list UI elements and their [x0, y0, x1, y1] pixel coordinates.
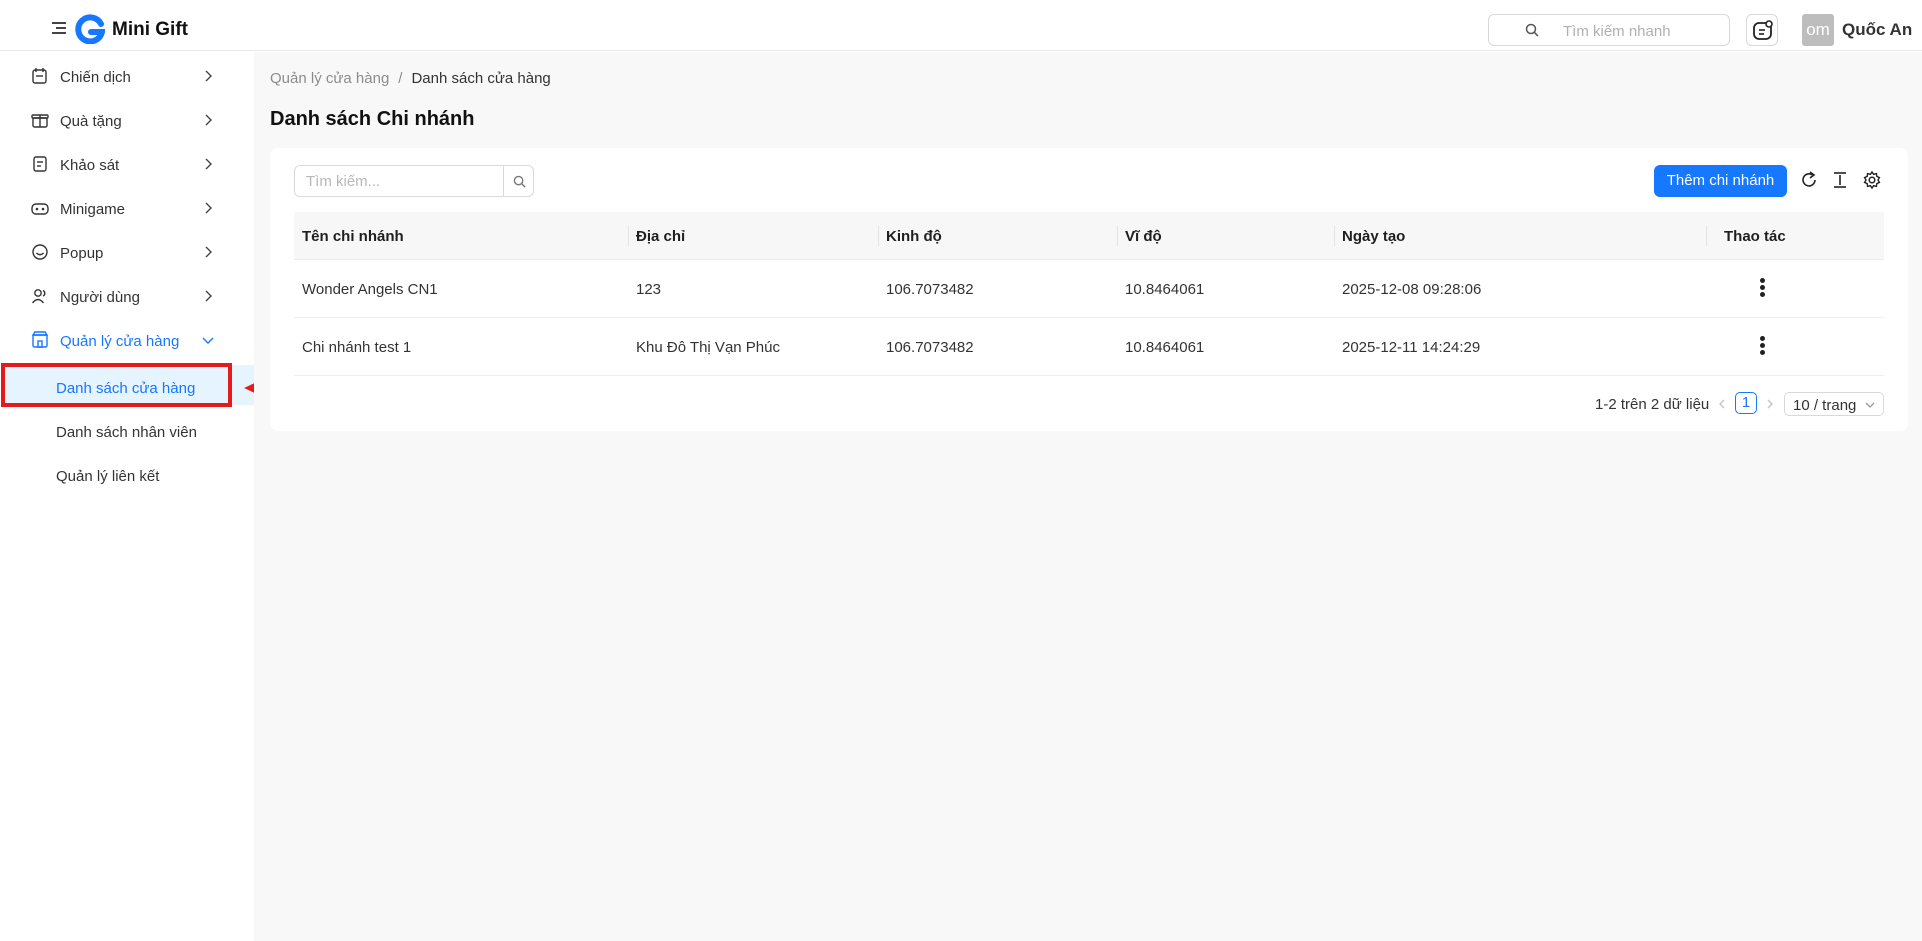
sidebar-item-surveys[interactable]: Khảo sát	[4, 143, 254, 183]
sidebar-item-label: Quản lý cửa hàng	[60, 333, 180, 350]
cell-created-at: 2025-12-11 14:24:29	[1342, 339, 1481, 356]
table-row[interactable]: Wonder Angels CN1 123 106.7073482 10.846…	[294, 260, 1884, 318]
cell-branch-name: Chi nhánh test 1	[302, 339, 412, 356]
chevron-right-icon	[205, 70, 212, 82]
chat-button[interactable]	[1746, 14, 1778, 46]
annotation-highlight-box	[1, 363, 232, 407]
more-actions-icon[interactable]	[1752, 276, 1772, 302]
gear-icon[interactable]	[1862, 170, 1882, 190]
sidebar-item-label: Quà tặng	[60, 113, 122, 130]
breadcrumb-parent[interactable]: Quản lý cửa hàng	[270, 70, 389, 87]
cell-latitude: 10.8464061	[1125, 281, 1205, 298]
column-divider	[1117, 226, 1118, 246]
column-header: Thao tác	[1724, 228, 1786, 245]
sidebar-item-store-management[interactable]: Quản lý cửa hàng	[4, 319, 254, 359]
sidebar-subitem-link-management[interactable]: Quản lý liên kết	[4, 453, 254, 493]
cell-address: Khu Đô Thị Vạn Phúc	[636, 339, 780, 356]
breadcrumb-current: Danh sách cửa hàng	[411, 70, 551, 87]
sidebar-item-label: Người dùng	[60, 289, 140, 306]
page-size-value: 10 / trang	[1793, 397, 1857, 414]
sidebar-subitem-label: Danh sách nhân viên	[56, 424, 197, 441]
column-header: Kinh độ	[886, 228, 942, 245]
search-icon	[1525, 23, 1539, 37]
sidebar-item-campaigns[interactable]: Chiến dịch	[4, 55, 254, 95]
column-header: Vĩ độ	[1125, 228, 1162, 245]
pagination-total: 1-2 trên 2 dữ liệu	[1595, 396, 1710, 413]
game-icon	[31, 203, 49, 215]
sidebar-subitem-label: Quản lý liên kết	[56, 468, 160, 485]
survey-icon	[33, 156, 47, 172]
campaign-icon	[32, 68, 47, 84]
sidebar-item-label: Khảo sát	[60, 157, 120, 174]
sidebar-item-popup[interactable]: Popup	[4, 231, 254, 271]
column-divider	[1334, 226, 1335, 246]
table-search-input[interactable]	[294, 165, 504, 197]
quick-search-input[interactable]	[1563, 22, 1723, 40]
page-number-button[interactable]: 1	[1735, 392, 1757, 414]
table-search	[294, 165, 534, 197]
cell-branch-name: Wonder Angels CN1	[302, 281, 438, 298]
table-header: Tên chi nhánh Địa chỉ Kinh độ Vĩ độ Ngày…	[294, 212, 1884, 260]
page-size-select[interactable]: 10 / trang	[1784, 392, 1884, 416]
quick-search[interactable]	[1488, 14, 1730, 46]
chevron-right-icon	[205, 158, 212, 170]
breadcrumb-separator: /	[398, 70, 403, 87]
column-header: Ngày tạo	[1342, 228, 1406, 245]
cell-longitude: 106.7073482	[886, 339, 974, 356]
cell-created-at: 2025-12-08 09:28:06	[1342, 281, 1482, 298]
table-search-button[interactable]	[503, 165, 534, 197]
chevron-right-icon	[205, 290, 212, 302]
chevron-down-icon	[1865, 402, 1875, 408]
top-header: Mini Gift om Quốc An	[0, 0, 1922, 51]
menu-toggle-icon[interactable]	[52, 22, 66, 34]
column-divider	[628, 226, 629, 246]
popup-icon	[32, 244, 48, 260]
column-divider	[878, 226, 879, 246]
prev-page-icon[interactable]	[1714, 393, 1730, 415]
add-branch-button[interactable]: Thêm chi nhánh	[1654, 165, 1787, 197]
avatar[interactable]: om	[1802, 14, 1834, 46]
column-header: Tên chi nhánh	[302, 228, 404, 245]
cell-longitude: 106.7073482	[886, 281, 974, 298]
username[interactable]: Quốc An	[1842, 20, 1912, 40]
gift-icon	[31, 114, 49, 128]
cell-address: 123	[636, 281, 662, 298]
sidebar-item-minigame[interactable]: Minigame	[4, 187, 254, 227]
more-actions-icon[interactable]	[1752, 334, 1772, 360]
sidebar-subitem-staff-list[interactable]: Danh sách nhân viên	[4, 409, 254, 449]
page-title: Danh sách Chi nhánh	[270, 108, 475, 130]
breadcrumb: Quản lý cửa hàng / Danh sách cửa hàng	[270, 70, 551, 87]
column-header: Địa chỉ	[636, 228, 686, 245]
reload-icon[interactable]	[1799, 170, 1819, 190]
column-height-icon[interactable]	[1830, 170, 1850, 190]
branch-list-card: Thêm chi nhánh Tên chi nhánh Địa chỉ Kin…	[270, 148, 1908, 431]
chevron-right-icon	[205, 114, 212, 126]
chevron-right-icon	[205, 246, 212, 258]
cell-latitude: 10.8464061	[1125, 339, 1205, 356]
sidebar-item-label: Minigame	[60, 201, 126, 218]
brand-name: Mini Gift	[112, 19, 188, 40]
chevron-right-icon	[205, 202, 212, 214]
sidebar-item-gifts[interactable]: Quà tặng	[4, 99, 254, 139]
logo-icon	[75, 14, 105, 44]
sidebar: Chiến dịch Quà tặng Khảo sát Minigame Po…	[4, 52, 254, 497]
store-icon	[31, 331, 49, 348]
column-divider	[1706, 226, 1707, 246]
chat-icon	[1753, 20, 1773, 40]
users-icon	[31, 289, 46, 304]
sidebar-item-label: Popup	[60, 245, 104, 262]
table-row[interactable]: Chi nhánh test 1 Khu Đô Thị Vạn Phúc 106…	[294, 318, 1884, 376]
search-icon	[513, 175, 526, 188]
chevron-down-icon	[202, 337, 214, 344]
next-page-icon[interactable]	[1762, 393, 1778, 415]
sidebar-item-users[interactable]: Người dùng	[4, 275, 254, 315]
sidebar-item-label: Chiến dịch	[60, 69, 131, 86]
